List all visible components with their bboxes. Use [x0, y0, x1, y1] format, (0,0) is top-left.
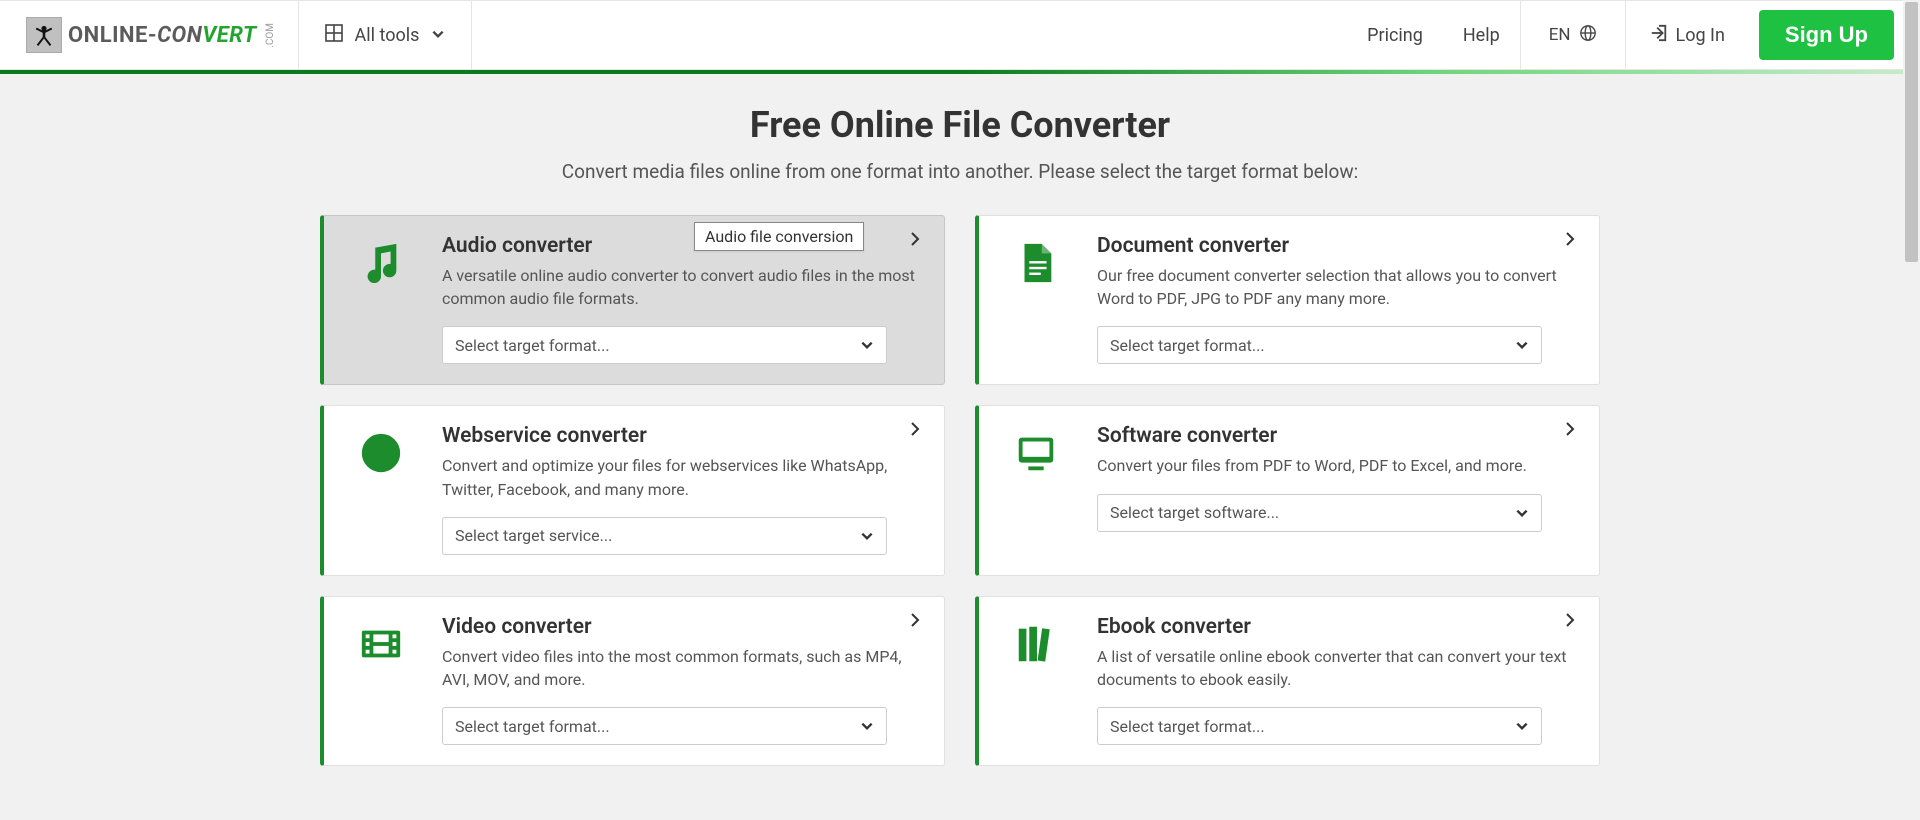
globe-icon: [1579, 24, 1597, 47]
scrollbar-thumb[interactable]: [1905, 2, 1918, 262]
grid-icon: [325, 24, 343, 47]
chevron-right-icon: [906, 230, 924, 252]
all-tools-label: All tools: [355, 25, 420, 46]
header: ONLINE-CONVERT .COM All tools Pricing He…: [0, 0, 1920, 70]
chevron-right-icon: [906, 420, 924, 442]
card-ebook-converter[interactable]: Ebook converter A list of versatile onli…: [975, 596, 1600, 766]
target-format-select[interactable]: Select target format...: [1097, 326, 1542, 364]
monitor-icon: [1001, 424, 1071, 554]
login-icon: [1650, 24, 1668, 47]
scrollbar[interactable]: [1903, 0, 1920, 820]
chevron-right-icon: [906, 611, 924, 633]
target-service-select[interactable]: Select target service...: [442, 517, 887, 555]
card-desc: A versatile online audio converter to co…: [442, 264, 922, 310]
login-link[interactable]: Log In: [1626, 1, 1749, 69]
card-title: Video converter: [442, 615, 922, 639]
card-desc: Convert video files into the most common…: [442, 645, 922, 691]
card-desc: A list of versatile online ebook convert…: [1097, 645, 1577, 691]
card-webservice-converter[interactable]: Webservice converter Convert and optimiz…: [320, 405, 945, 575]
logo[interactable]: ONLINE-CONVERT .COM: [0, 1, 298, 69]
language-selector[interactable]: EN: [1520, 1, 1626, 69]
card-desc: Convert and optimize your files for webs…: [442, 454, 922, 500]
card-title: Document converter: [1097, 234, 1577, 258]
music-icon: [346, 234, 416, 364]
film-icon: [346, 615, 416, 745]
books-icon: [1001, 615, 1071, 745]
page-subtitle: Convert media files online from one form…: [0, 160, 1920, 183]
signup-button[interactable]: Sign Up: [1759, 10, 1894, 60]
lang-label: EN: [1549, 25, 1571, 45]
target-format-select[interactable]: Select target format...: [442, 707, 887, 745]
target-software-select[interactable]: Select target software...: [1097, 494, 1542, 532]
help-link[interactable]: Help: [1443, 1, 1520, 69]
logo-text: ONLINE-CONVERT: [68, 23, 257, 48]
card-software-converter[interactable]: Software converter Convert your files fr…: [975, 405, 1600, 575]
login-label: Log In: [1676, 25, 1725, 46]
card-video-converter[interactable]: Video converter Convert video files into…: [320, 596, 945, 766]
card-title: Software converter: [1097, 424, 1577, 448]
card-title: Webservice converter: [442, 424, 922, 448]
target-format-select[interactable]: Select target format...: [1097, 707, 1542, 745]
page-title: Free Online File Converter: [0, 104, 1920, 146]
logo-com: .COM: [265, 23, 276, 48]
pricing-link[interactable]: Pricing: [1347, 1, 1443, 69]
chevron-right-icon: [1561, 420, 1579, 442]
converter-grid: Audio converter A versatile online audio…: [320, 215, 1600, 766]
card-desc: Our free document converter selection th…: [1097, 264, 1577, 310]
globe-icon: [346, 424, 416, 554]
target-format-select[interactable]: Select target format...: [442, 326, 887, 364]
card-title: Ebook converter: [1097, 615, 1577, 639]
tooltip: Audio file conversion: [694, 222, 864, 251]
all-tools-menu[interactable]: All tools: [298, 1, 473, 69]
document-icon: [1001, 234, 1071, 364]
card-document-converter[interactable]: Document converter Our free document con…: [975, 215, 1600, 385]
logo-icon: [26, 17, 62, 53]
chevron-right-icon: [1561, 611, 1579, 633]
card-desc: Convert your files from PDF to Word, PDF…: [1097, 454, 1577, 477]
main: Free Online File Converter Convert media…: [0, 74, 1920, 766]
chevron-down-icon: [431, 25, 445, 46]
chevron-right-icon: [1561, 230, 1579, 252]
